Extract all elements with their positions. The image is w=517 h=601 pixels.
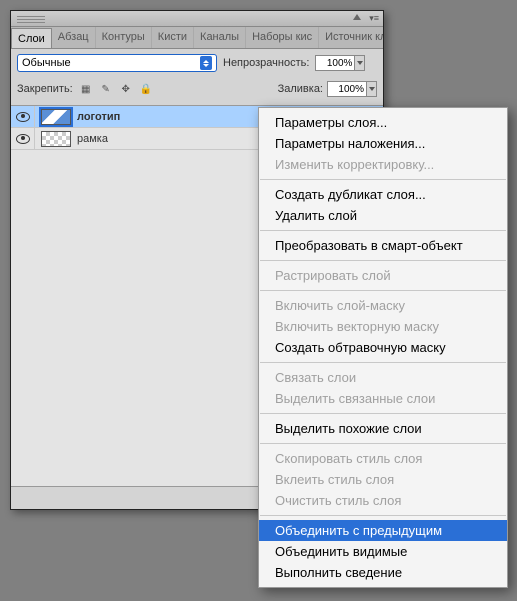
panel-menu-icon[interactable]: ▾≡ bbox=[369, 13, 379, 24]
tab-4[interactable]: Каналы bbox=[194, 27, 246, 48]
menu-separator bbox=[260, 515, 506, 516]
grip-icon bbox=[17, 15, 45, 23]
menu-item[interactable]: Создать обтравочную маску bbox=[259, 337, 507, 358]
menu-separator bbox=[260, 260, 506, 261]
lock-all-icon[interactable]: 🔒 bbox=[139, 82, 153, 96]
fill-caret-icon[interactable] bbox=[367, 81, 377, 97]
lock-pixels-icon[interactable]: ▦ bbox=[79, 82, 93, 96]
menu-separator bbox=[260, 413, 506, 414]
layer-name[interactable]: логотип bbox=[77, 111, 120, 123]
opacity-caret-icon[interactable] bbox=[355, 55, 365, 71]
menu-item: Вклеить стиль слоя bbox=[259, 469, 507, 490]
tab-0[interactable]: Слои bbox=[11, 28, 52, 49]
menu-item[interactable]: Преобразовать в смарт-объект bbox=[259, 235, 507, 256]
menu-item[interactable]: Параметры слоя... bbox=[259, 112, 507, 133]
menu-item[interactable]: Параметры наложения... bbox=[259, 133, 507, 154]
menu-item[interactable]: Выполнить сведение bbox=[259, 562, 507, 583]
dropdown-caret-icon bbox=[200, 56, 212, 70]
panel-tabs: СлоиАбзацКонтурыКистиКаналыНаборы кисИст… bbox=[11, 27, 383, 49]
menu-item: Включить слой-маску bbox=[259, 295, 507, 316]
lock-row: Закрепить: ▦ ✎ ✥ 🔒 Заливка: 100% bbox=[11, 77, 383, 105]
menu-separator bbox=[260, 443, 506, 444]
tab-5[interactable]: Наборы кис bbox=[246, 27, 319, 48]
menu-item: Скопировать стиль слоя bbox=[259, 448, 507, 469]
blend-mode-value: Обычные bbox=[22, 57, 71, 69]
menu-item: Выделить связанные слои bbox=[259, 388, 507, 409]
layer-name[interactable]: рамка bbox=[77, 133, 108, 145]
menu-item[interactable]: Выделить похожие слои bbox=[259, 418, 507, 439]
fill-input[interactable]: 100% bbox=[327, 81, 367, 97]
tab-3[interactable]: Кисти bbox=[152, 27, 194, 48]
lock-move-icon[interactable]: ✥ bbox=[119, 82, 133, 96]
menu-separator bbox=[260, 230, 506, 231]
blend-row: Обычные Непрозрачность: 100% bbox=[11, 49, 383, 77]
collapse-icon[interactable] bbox=[353, 14, 361, 20]
menu-item: Очистить стиль слоя bbox=[259, 490, 507, 511]
lock-label: Закрепить: bbox=[17, 83, 73, 95]
menu-item[interactable]: Объединить видимые bbox=[259, 541, 507, 562]
menu-separator bbox=[260, 290, 506, 291]
lock-brush-icon[interactable]: ✎ bbox=[99, 82, 113, 96]
menu-item[interactable]: Удалить слой bbox=[259, 205, 507, 226]
menu-item[interactable]: Создать дубликат слоя... bbox=[259, 184, 507, 205]
eye-icon bbox=[16, 134, 30, 144]
tab-6[interactable]: Источник кл bbox=[319, 27, 383, 48]
menu-item[interactable]: Объединить с предыдущим bbox=[259, 520, 507, 541]
blend-mode-select[interactable]: Обычные bbox=[17, 54, 217, 72]
menu-item: Связать слои bbox=[259, 367, 507, 388]
layer-thumbnail[interactable] bbox=[41, 131, 71, 147]
opacity-label: Непрозрачность: bbox=[223, 57, 309, 69]
tab-2[interactable]: Контуры bbox=[96, 27, 152, 48]
opacity-input[interactable]: 100% bbox=[315, 55, 355, 71]
layer-context-menu: Параметры слоя...Параметры наложения...И… bbox=[258, 107, 508, 588]
tab-1[interactable]: Абзац bbox=[52, 27, 96, 48]
menu-separator bbox=[260, 179, 506, 180]
eye-icon bbox=[16, 112, 30, 122]
menu-item: Изменить корректировку... bbox=[259, 154, 507, 175]
visibility-toggle[interactable] bbox=[11, 106, 35, 127]
menu-item: Включить векторную маску bbox=[259, 316, 507, 337]
panel-titlebar[interactable]: ▾≡ bbox=[11, 11, 383, 27]
visibility-toggle[interactable] bbox=[11, 128, 35, 149]
fill-label: Заливка: bbox=[278, 83, 323, 95]
menu-separator bbox=[260, 362, 506, 363]
layer-thumbnail[interactable] bbox=[41, 109, 71, 125]
menu-item: Растрировать слой bbox=[259, 265, 507, 286]
